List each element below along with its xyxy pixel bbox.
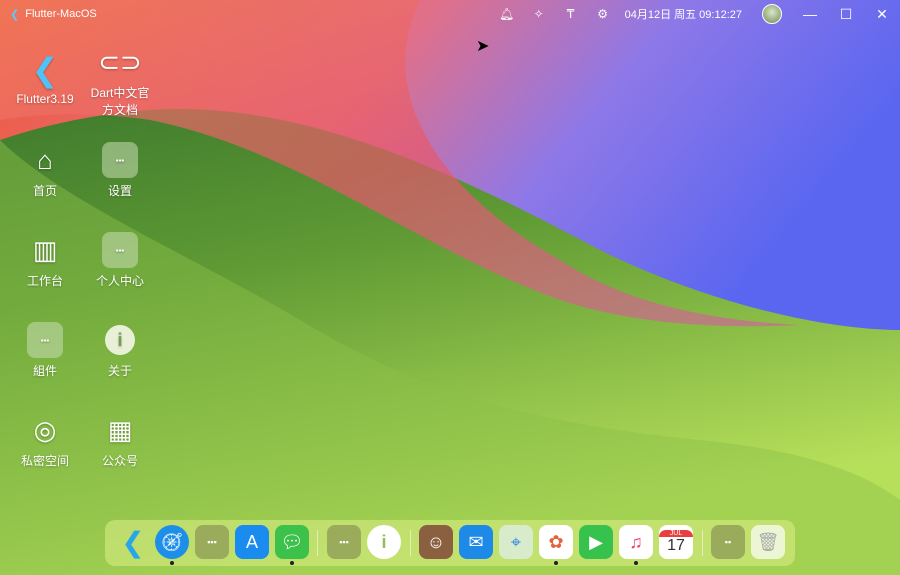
datetime: 04月12日 周五 09:12:27 xyxy=(624,9,742,21)
dock-messages-icon[interactable]: 💬︎ xyxy=(275,525,309,559)
desktop-item-profile[interactable]: ▪▪▪ 个人中心 xyxy=(85,232,155,289)
desktop-item-label: 組件 xyxy=(32,364,57,378)
pin-icon[interactable]: ₸ xyxy=(555,7,587,21)
dock-folder-icon[interactable]: ▪▪▪ xyxy=(195,525,229,559)
dock-folder-icon[interactable]: ▪▪▪ xyxy=(327,525,361,559)
dock-safari-icon[interactable]: 🧭︎ xyxy=(155,525,189,559)
desktop-item-label: Flutter3.19 xyxy=(16,92,74,106)
desktop-item-dart-docs[interactable]: ⊂⊃ Dart中文官方文档 xyxy=(85,44,155,118)
desktop-item-workbench[interactable]: ▥ 工作台 xyxy=(10,232,80,289)
maximize-button[interactable]: ☐ xyxy=(828,6,864,23)
desktop-item-label: 个人中心 xyxy=(95,274,144,288)
aperture-icon: ◎ xyxy=(33,414,57,445)
desktop-item-private-space[interactable]: ◎ 私密空间 xyxy=(10,412,80,469)
desktop-item-components[interactable]: ▪▪▪ 組件 xyxy=(10,322,80,379)
folder-icon: ▪▪▪ xyxy=(27,322,63,358)
gear-icon[interactable]: ⚙ xyxy=(587,7,619,21)
chart-icon: ▥ xyxy=(32,234,58,265)
desktop-item-wechat[interactable]: ▦ 公众号 xyxy=(85,412,155,469)
dock-contacts-icon[interactable]: ☺ xyxy=(419,525,453,559)
desktop-item-flutter[interactable]: ❮ Flutter3.19 xyxy=(10,52,80,106)
desktop-item-label: 工作台 xyxy=(26,274,63,288)
dock-calendar-icon[interactable]: JUL 17 xyxy=(659,525,693,559)
info-icon: i xyxy=(102,322,138,358)
dock: ❮ 🧭︎ ▪▪▪ A 💬︎ ▪▪▪ i ☺ ✉ ⌖ ✿ ▶ ♫ JUL 17 ▪▪… xyxy=(105,520,795,566)
dock-trash-icon[interactable]: 🗑︎ xyxy=(751,525,785,559)
desktop-item-label: 关于 xyxy=(107,364,132,378)
close-button[interactable]: ✕ xyxy=(864,6,900,23)
desktop-item-about[interactable]: i 关于 xyxy=(85,322,155,379)
minimize-button[interactable]: — xyxy=(792,6,828,22)
title-bar: ❮ Flutter-MacOS 🔔︎ ✧ ₸ ⚙ 04月12日 周五 09:12… xyxy=(0,0,900,28)
app-title: Flutter-MacOS xyxy=(25,8,97,20)
avatar[interactable] xyxy=(762,4,782,24)
dock-flutter-icon[interactable]: ❮ xyxy=(116,525,150,559)
dock-folder-icon[interactable]: ▪▪ xyxy=(711,525,745,559)
qrcode-icon: ▦ xyxy=(107,414,133,445)
folder-icon: ▪▪▪ xyxy=(102,232,138,268)
dock-maps-icon[interactable]: ⌖ xyxy=(499,525,533,559)
flutter-logo-icon: ❮ xyxy=(10,8,20,21)
desktop-item-label: 首页 xyxy=(32,184,57,198)
mouse-cursor-icon: ➤ xyxy=(476,38,490,55)
desktop-item-label: Dart中文官方文档 xyxy=(90,86,150,117)
desktop-item-label: 公众号 xyxy=(101,454,138,468)
magic-wand-icon[interactable]: ✧ xyxy=(523,7,555,21)
folder-icon: ▪▪▪ xyxy=(102,142,138,178)
bell-icon[interactable]: 🔔︎ xyxy=(491,7,523,21)
dock-app-store-icon[interactable]: A xyxy=(235,525,269,559)
dock-info-icon[interactable]: i xyxy=(367,525,401,559)
flutter-logo-icon: ❮ xyxy=(31,52,59,88)
dock-mail-icon[interactable]: ✉ xyxy=(459,525,493,559)
desktop-item-settings[interactable]: ▪▪▪ 设置 xyxy=(85,142,155,199)
dock-photos-icon[interactable]: ✿ xyxy=(539,525,573,559)
desktop-item-home[interactable]: ⌂ 首页 xyxy=(10,142,80,199)
link-icon: ⊂⊃ xyxy=(98,46,142,77)
desktop-item-label: 设置 xyxy=(107,184,132,198)
home-icon: ⌂ xyxy=(37,144,53,175)
dock-facetime-icon[interactable]: ▶ xyxy=(579,525,613,559)
desktop-item-label: 私密空间 xyxy=(20,454,69,468)
dock-music-icon[interactable]: ♫ xyxy=(619,525,653,559)
